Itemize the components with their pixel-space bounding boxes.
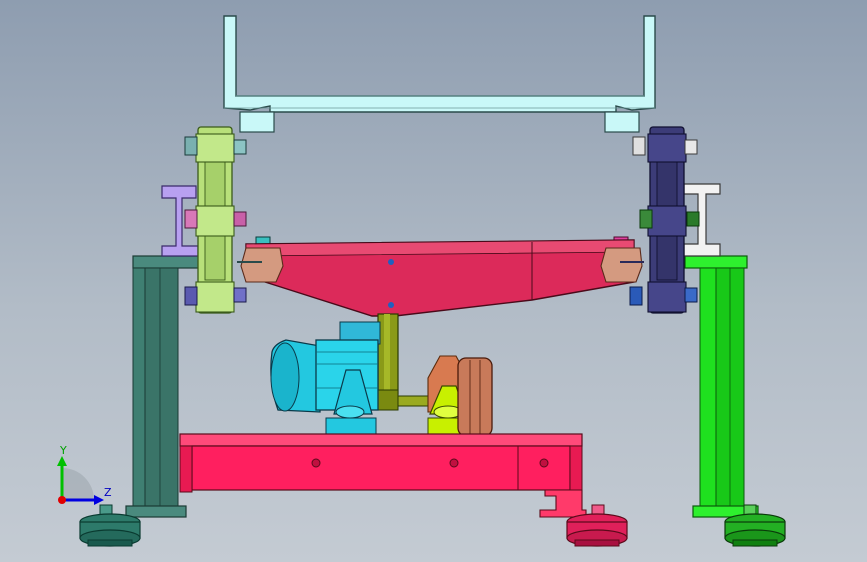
z-axis-label: Z (104, 486, 112, 499)
top-channel-frame[interactable] (223, 15, 656, 133)
assembly-drawing[interactable]: Y Z (0, 0, 867, 562)
hopper-ear-right (600, 247, 644, 283)
x-axis-icon (58, 496, 66, 504)
coordinate-triad: Y Z (57, 444, 112, 505)
electric-motor[interactable] (270, 321, 381, 435)
triad-plane-icon (62, 468, 94, 500)
pulley-wheel[interactable] (457, 357, 493, 437)
hopper-ear-left (237, 247, 284, 283)
base-frame[interactable] (179, 433, 587, 518)
hopper[interactable] (245, 239, 635, 317)
right-hanger-link[interactable] (647, 126, 687, 314)
left-hanger-link[interactable] (195, 126, 235, 314)
y-axis-label: Y (59, 444, 67, 457)
cad-viewport[interactable]: Y Z (0, 0, 867, 562)
